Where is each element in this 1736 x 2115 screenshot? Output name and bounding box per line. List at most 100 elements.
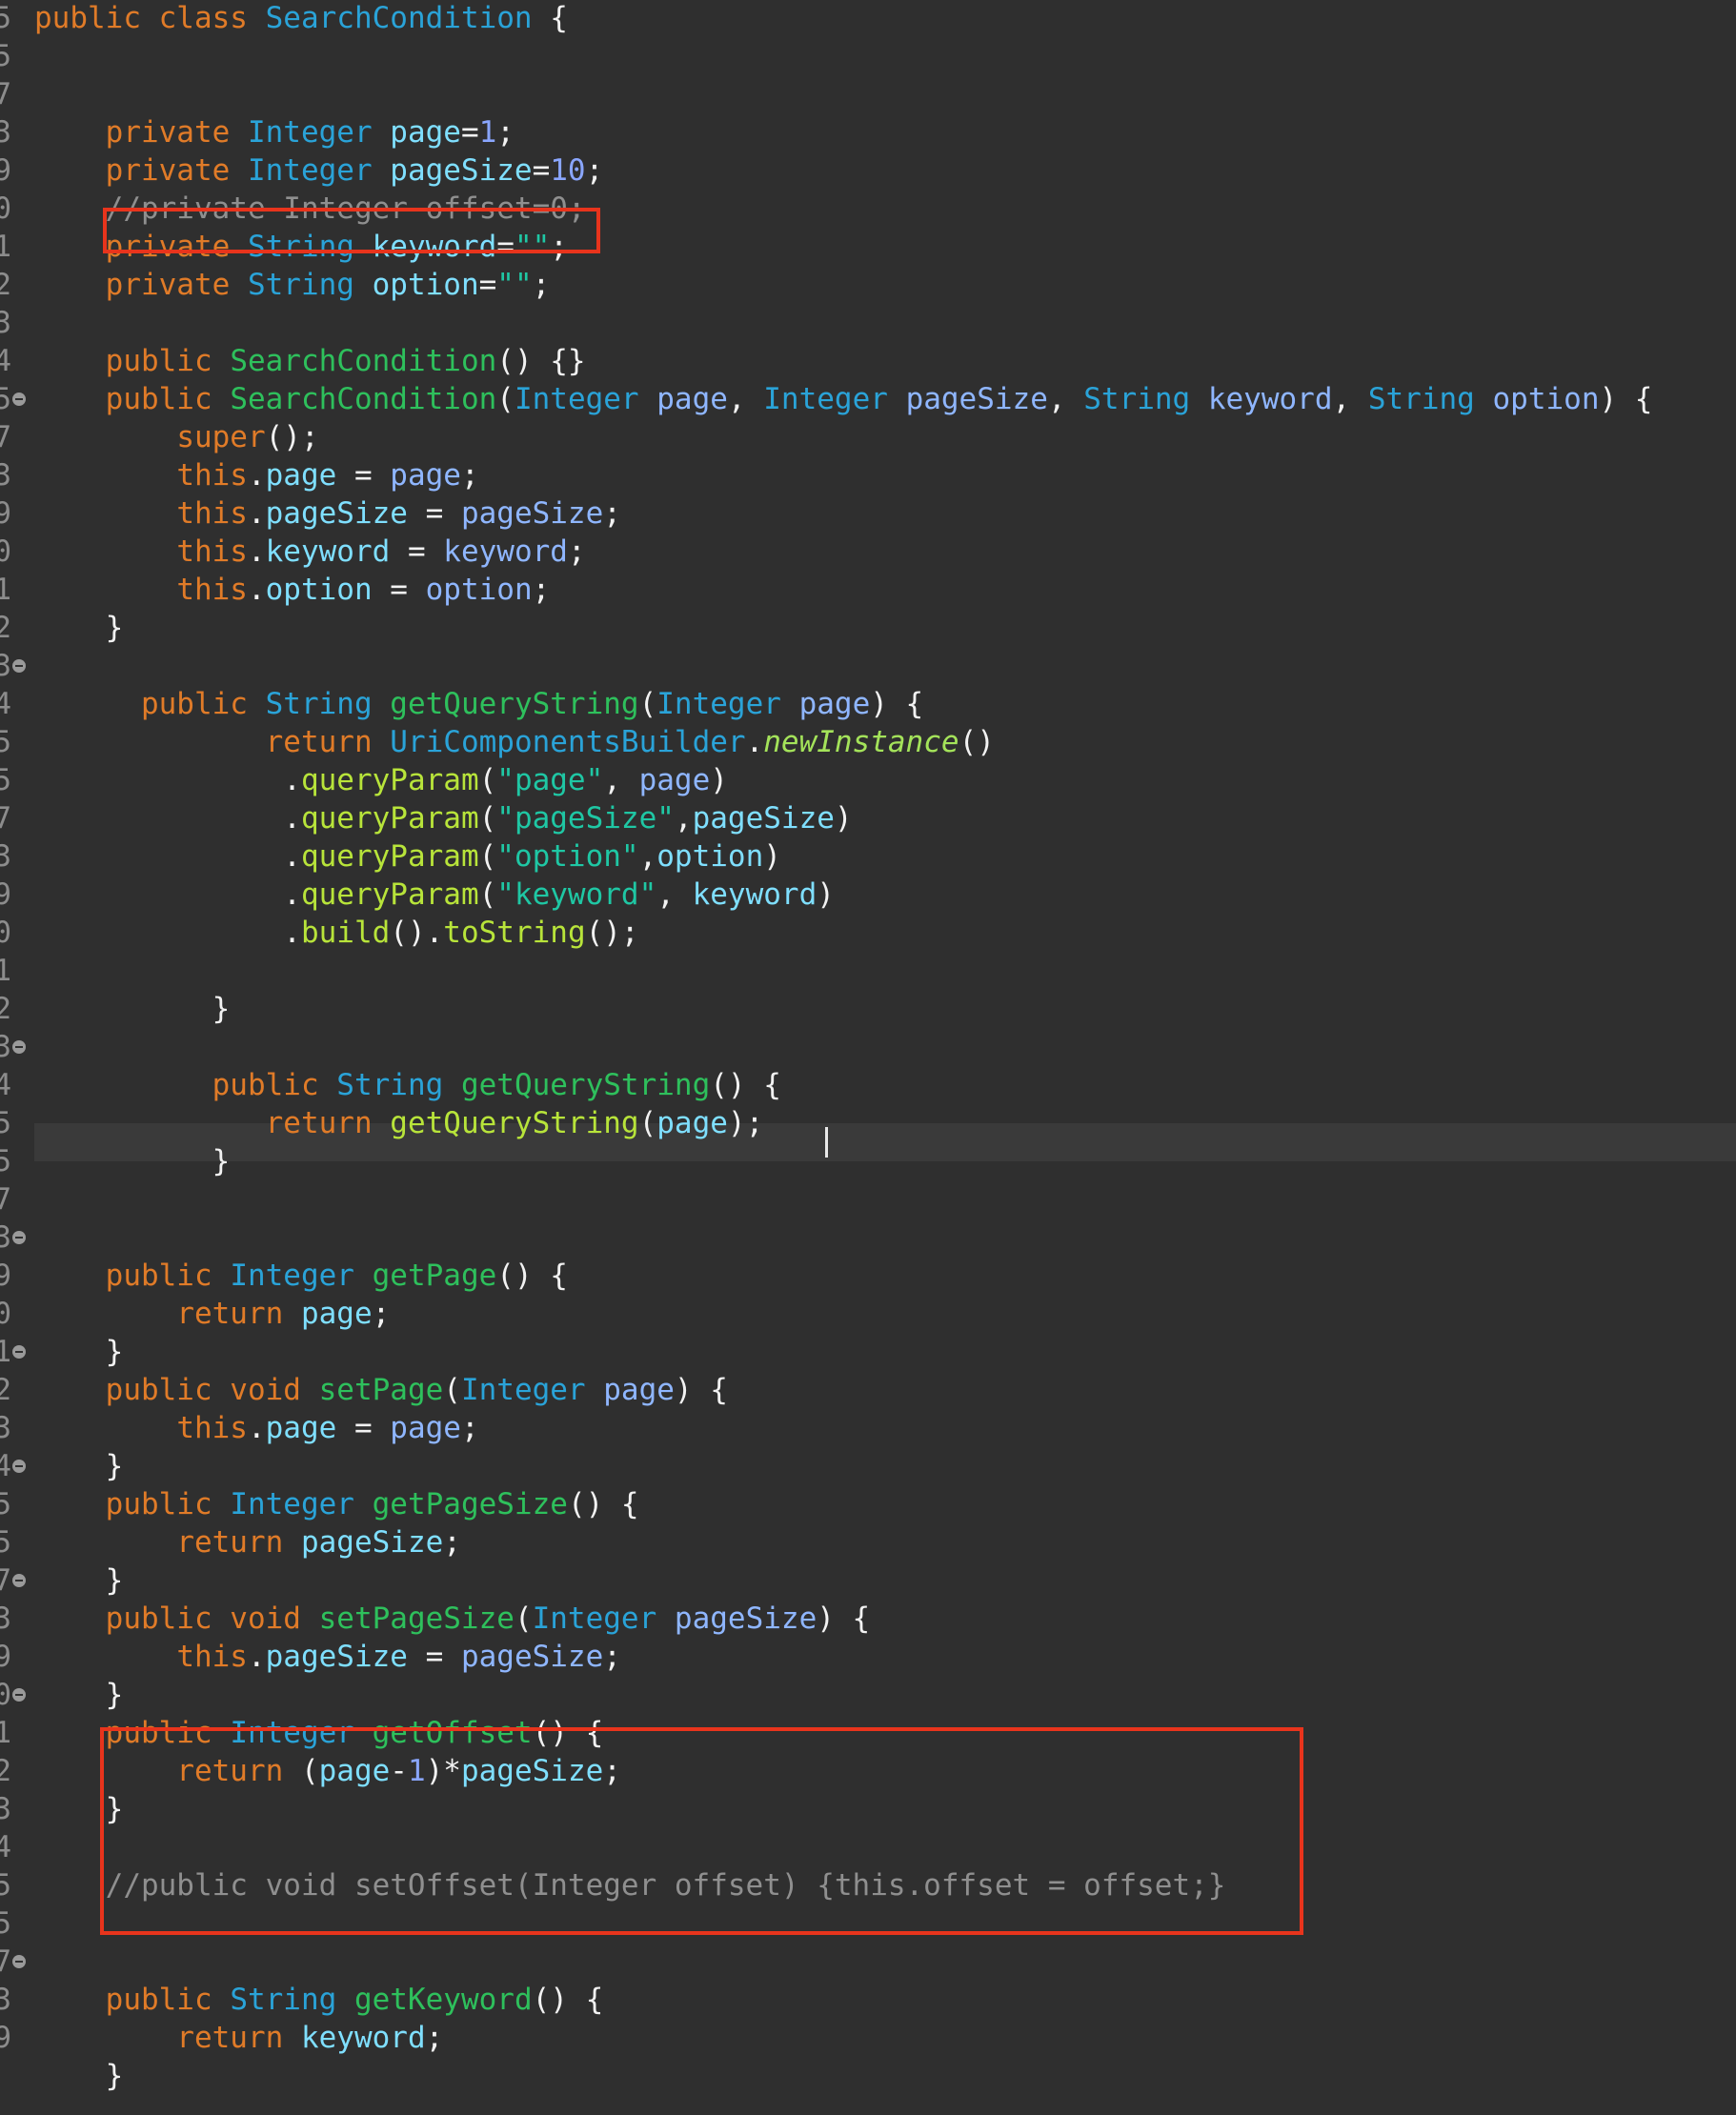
code-token: } bbox=[34, 2059, 124, 2093]
line-number: 9 bbox=[0, 2021, 11, 2055]
fold-toggle-icon[interactable] bbox=[12, 1574, 26, 1587]
code-token: , bbox=[656, 877, 693, 912]
line-number: 9 bbox=[0, 877, 11, 912]
code-token: . bbox=[247, 573, 266, 607]
code-line[interactable]: .queryParam("page", page) bbox=[34, 761, 728, 799]
code-token: . bbox=[34, 877, 301, 912]
line-number: 5 bbox=[0, 1525, 11, 1560]
fold-toggle-icon[interactable] bbox=[12, 1688, 26, 1702]
code-token: . bbox=[34, 801, 301, 836]
code-line[interactable]: public Integer getPageSize() { bbox=[34, 1485, 639, 1523]
code-line[interactable]: this.page = page; bbox=[34, 456, 478, 494]
code-line[interactable]: private Integer page=1; bbox=[34, 113, 515, 151]
line-number: 4 bbox=[0, 687, 11, 721]
code-token: keyword bbox=[300, 2021, 426, 2055]
code-line[interactable]: public Integer getPage() { bbox=[34, 1257, 568, 1295]
code-token: newInstance bbox=[763, 725, 959, 759]
code-line[interactable]: } bbox=[34, 2057, 124, 2095]
line-number: 7 bbox=[0, 1563, 11, 1598]
fold-toggle-icon[interactable] bbox=[12, 1460, 26, 1473]
code-token: keyword bbox=[692, 877, 818, 912]
code-token: return bbox=[176, 1525, 301, 1560]
code-line[interactable]: this.page = page; bbox=[34, 1409, 478, 1447]
line-number: 1 bbox=[0, 230, 11, 264]
code-token: () { bbox=[496, 1259, 568, 1293]
fold-toggle-icon[interactable] bbox=[12, 1040, 26, 1054]
code-token: ) { bbox=[817, 1601, 871, 1636]
code-token: getQueryString bbox=[390, 687, 639, 721]
fold-toggle-icon[interactable] bbox=[12, 1345, 26, 1359]
code-line[interactable]: .build().toString(); bbox=[34, 914, 638, 952]
code-token: Integer bbox=[763, 382, 906, 416]
code-token: public class bbox=[34, 1, 266, 35]
code-line[interactable]: this.option = option; bbox=[34, 571, 550, 609]
fold-toggle-icon[interactable] bbox=[12, 393, 26, 406]
code-line[interactable]: } bbox=[34, 1447, 124, 1485]
code-line[interactable]: .queryParam("pageSize",pageSize) bbox=[34, 799, 852, 837]
line-number: 5 bbox=[0, 1906, 11, 1941]
fold-toggle-icon[interactable] bbox=[12, 1955, 26, 1968]
code-token: ( bbox=[496, 382, 515, 416]
code-token: ; bbox=[532, 573, 551, 607]
line-number: 4 bbox=[0, 1449, 11, 1483]
code-token: getPageSize bbox=[372, 1487, 568, 1521]
code-line[interactable]: return page; bbox=[34, 1295, 390, 1333]
code-line[interactable]: this.pageSize = pageSize; bbox=[34, 494, 621, 533]
code-token: page bbox=[603, 1373, 675, 1407]
code-line[interactable]: } bbox=[34, 609, 124, 647]
code-token: . bbox=[34, 916, 301, 950]
line-number: 3 bbox=[0, 1601, 11, 1636]
code-line[interactable]: public SearchCondition() {} bbox=[34, 342, 586, 380]
code-line[interactable]: public void setPageSize(Integer pageSize… bbox=[34, 1600, 871, 1638]
code-token: pageSize bbox=[460, 1640, 604, 1674]
code-line[interactable]: public SearchCondition(Integer page, Int… bbox=[34, 380, 1653, 418]
code-line[interactable]: private Integer pageSize=10; bbox=[34, 151, 604, 190]
line-number: 2 bbox=[0, 1754, 11, 1788]
code-line[interactable]: .queryParam("option",option) bbox=[34, 837, 781, 876]
code-token: this bbox=[176, 1640, 248, 1674]
code-line[interactable]: } bbox=[34, 990, 231, 1028]
code-line[interactable]: super(); bbox=[34, 418, 318, 456]
code-line[interactable]: return pageSize; bbox=[34, 1523, 461, 1561]
code-token: private bbox=[105, 268, 248, 302]
code-token: Integer bbox=[247, 153, 391, 188]
code-line[interactable]: } bbox=[34, 1676, 124, 1714]
code-token: public bbox=[105, 1983, 231, 2017]
code-line[interactable]: private String option=""; bbox=[34, 266, 551, 304]
code-token: = bbox=[478, 268, 497, 302]
code-token: "option" bbox=[496, 839, 639, 874]
line-number: 7 bbox=[0, 77, 11, 111]
code-line[interactable]: return UriComponentsBuilder.newInstance(… bbox=[34, 723, 995, 761]
code-token: public void bbox=[105, 1601, 319, 1636]
code-token: option bbox=[425, 573, 533, 607]
code-line[interactable]: } bbox=[34, 1333, 124, 1371]
code-line[interactable]: public String getQueryString(Integer pag… bbox=[34, 685, 923, 723]
code-line[interactable]: .queryParam("keyword", keyword) bbox=[34, 876, 835, 914]
code-token: getKeyword bbox=[353, 1983, 533, 2017]
code-line[interactable]: } bbox=[34, 1561, 124, 1600]
code-line[interactable]: } bbox=[34, 1142, 231, 1180]
code-line[interactable]: return keyword; bbox=[34, 2019, 443, 2057]
code-line[interactable]: this.keyword = keyword; bbox=[34, 533, 585, 571]
line-number: 1 bbox=[0, 1335, 11, 1369]
code-line[interactable]: public void setPage(Integer page) { bbox=[34, 1371, 728, 1409]
code-token: page bbox=[390, 115, 461, 150]
line-number: 3 bbox=[0, 649, 11, 683]
code-token: . bbox=[247, 1640, 266, 1674]
code-line[interactable]: public String getKeyword() { bbox=[34, 1981, 604, 2019]
fold-toggle-icon[interactable] bbox=[12, 659, 26, 673]
code-line[interactable]: public class SearchCondition { bbox=[34, 0, 568, 37]
code-line[interactable]: this.pageSize = pageSize; bbox=[34, 1638, 621, 1676]
fold-toggle-icon[interactable] bbox=[12, 1231, 26, 1244]
code-editor[interactable]: 5573901234573901234557390123455739012345… bbox=[0, 0, 1736, 2115]
code-line[interactable]: public String getQueryString() { bbox=[34, 1066, 781, 1104]
code-line[interactable]: return getQueryString(page); bbox=[34, 1104, 764, 1142]
